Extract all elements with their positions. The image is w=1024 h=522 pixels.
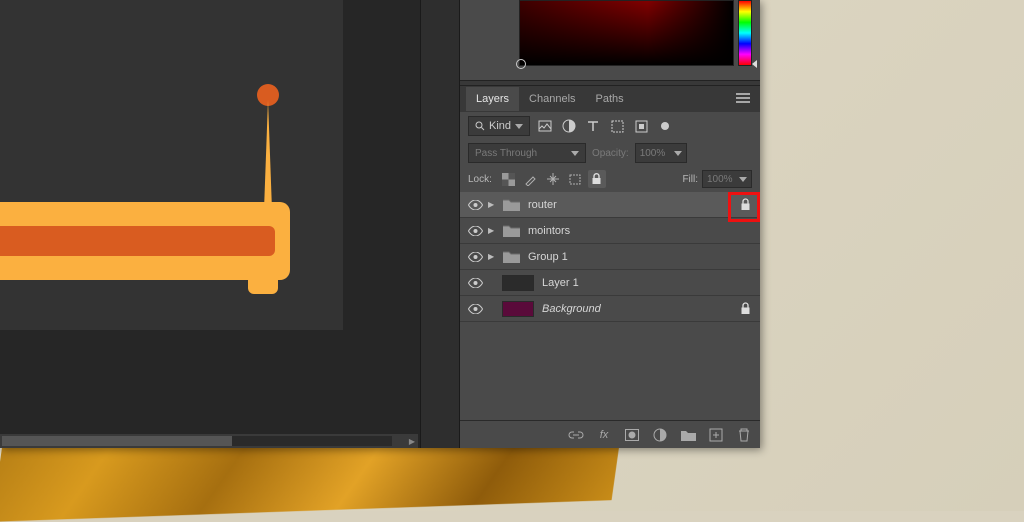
- dropdown-caret-icon: [674, 151, 682, 156]
- layers-bottom-bar: fx: [460, 420, 760, 448]
- blend-mode-row: Pass Through Opacity: 100%: [460, 140, 760, 166]
- lock-artboard-icon[interactable]: [566, 170, 584, 188]
- hue-slider-handle[interactable]: [752, 60, 757, 68]
- opacity-value: 100%: [640, 148, 666, 159]
- filter-type-icon[interactable]: [584, 117, 602, 135]
- opacity-input[interactable]: 100%: [635, 143, 687, 163]
- delete-layer-icon[interactable]: [736, 427, 752, 443]
- lock-all-icon[interactable]: [588, 170, 606, 188]
- new-group-icon[interactable]: [680, 427, 696, 443]
- fill-value: 100%: [707, 174, 733, 185]
- layer-thumbnail[interactable]: [502, 301, 534, 317]
- dropdown-caret-icon: [515, 124, 523, 129]
- folder-icon: [502, 250, 520, 264]
- lock-row: Lock: Fill: 100%: [460, 166, 760, 192]
- blend-mode-value: Pass Through: [475, 148, 537, 159]
- color-field[interactable]: [519, 0, 734, 66]
- color-cursor[interactable]: [516, 59, 526, 69]
- panel-gutter: [420, 0, 460, 448]
- layer-thumbnail[interactable]: [502, 275, 534, 291]
- router-stripe: [0, 226, 275, 256]
- layer-name[interactable]: Background: [538, 303, 732, 315]
- lock-pixels-icon[interactable]: [522, 170, 540, 188]
- lock-label: Lock:: [468, 174, 492, 185]
- dropdown-caret-icon: [739, 177, 747, 182]
- visibility-toggle[interactable]: [466, 304, 484, 314]
- photoshop-window: ▶ Layers Channels Paths Kind: [0, 0, 760, 448]
- artwork-router: [0, 80, 290, 300]
- lock-transparency-icon[interactable]: [500, 170, 518, 188]
- disclosure-triangle-icon[interactable]: ▶: [488, 252, 498, 261]
- layer-name[interactable]: router: [524, 199, 732, 211]
- disclosure-triangle-icon[interactable]: ▶: [488, 226, 498, 235]
- opacity-label: Opacity:: [592, 148, 629, 159]
- panel-menu-icon[interactable]: [732, 90, 754, 108]
- new-layer-icon[interactable]: [708, 427, 724, 443]
- fill-label: Fill:: [682, 174, 698, 185]
- layer-row[interactable]: ▶ mointors: [460, 218, 760, 244]
- horizontal-scrollbar[interactable]: ▶: [0, 434, 418, 448]
- folder-icon: [502, 224, 520, 238]
- lock-indicator[interactable]: [736, 198, 754, 211]
- lock-position-icon[interactable]: [544, 170, 562, 188]
- hue-slider[interactable]: [738, 0, 752, 66]
- visibility-toggle[interactable]: [466, 226, 484, 236]
- layer-row[interactable]: ▶ router: [460, 192, 760, 218]
- fill-input[interactable]: 100%: [702, 170, 752, 188]
- visibility-toggle[interactable]: [466, 278, 484, 288]
- router-foot: [248, 278, 278, 294]
- tab-layers[interactable]: Layers: [466, 87, 519, 111]
- tab-channels[interactable]: Channels: [519, 87, 585, 111]
- router-antenna: [264, 100, 272, 210]
- scroll-right-arrow[interactable]: ▶: [406, 437, 418, 446]
- dropdown-caret-icon: [571, 151, 579, 156]
- scroll-track[interactable]: [2, 436, 392, 446]
- document-canvas[interactable]: [0, 0, 343, 330]
- layer-name[interactable]: mointors: [524, 225, 732, 237]
- layer-name[interactable]: Group 1: [524, 251, 732, 263]
- filter-kind-label: Kind: [489, 120, 511, 132]
- filter-pixel-icon[interactable]: [536, 117, 554, 135]
- filter-adjustment-icon[interactable]: [560, 117, 578, 135]
- filter-shape-icon[interactable]: [608, 117, 626, 135]
- tab-paths[interactable]: Paths: [586, 87, 634, 111]
- folder-icon: [502, 198, 520, 212]
- lock-indicator[interactable]: [736, 302, 754, 315]
- adjustment-layer-icon[interactable]: [652, 427, 668, 443]
- layer-row[interactable]: Layer 1: [460, 270, 760, 296]
- filter-smartobject-icon[interactable]: [632, 117, 650, 135]
- add-mask-icon[interactable]: [624, 427, 640, 443]
- disclosure-triangle-icon[interactable]: ▶: [488, 200, 498, 209]
- color-picker-panel: [460, 0, 760, 80]
- right-panel-stack: Layers Channels Paths Kind Pass Through: [460, 0, 760, 448]
- link-layers-icon[interactable]: [568, 427, 584, 443]
- blend-mode-dropdown[interactable]: Pass Through: [468, 143, 586, 163]
- layer-row[interactable]: Background: [460, 296, 760, 322]
- visibility-toggle[interactable]: [466, 252, 484, 262]
- filter-toggle[interactable]: [656, 117, 674, 135]
- layer-name[interactable]: Layer 1: [538, 277, 732, 289]
- layers-list: ▶ router ▶ mointors ▶ Group 1 Layer 1 Backgroun…: [460, 192, 760, 420]
- filter-kind-dropdown[interactable]: Kind: [468, 116, 530, 136]
- visibility-toggle[interactable]: [466, 200, 484, 210]
- scroll-thumb[interactable]: [2, 436, 232, 446]
- panel-tabs: Layers Channels Paths: [460, 86, 760, 112]
- layer-fx-icon[interactable]: fx: [596, 427, 612, 443]
- layer-filter-row: Kind: [460, 112, 760, 140]
- layer-row[interactable]: ▶ Group 1: [460, 244, 760, 270]
- canvas-area: ▶: [0, 0, 420, 448]
